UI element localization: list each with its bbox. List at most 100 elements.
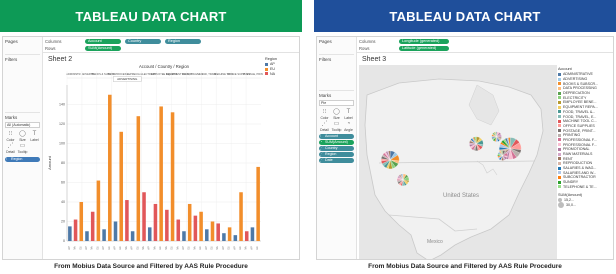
y-tick-label: 100 bbox=[59, 142, 65, 146]
rows-shelf[interactable]: Rows Latitude (generated) bbox=[359, 45, 613, 52]
region-pill[interactable]: ⋰ Region bbox=[319, 152, 354, 157]
bar[interactable] bbox=[159, 106, 163, 241]
bar[interactable] bbox=[90, 211, 95, 241]
bar[interactable] bbox=[199, 211, 203, 241]
pie-marker[interactable] bbox=[469, 136, 484, 151]
legend-swatch bbox=[558, 77, 561, 81]
account-pill[interactable]: ⁝ Account bbox=[319, 134, 354, 139]
column-pill-region[interactable]: Region bbox=[165, 39, 201, 44]
bar[interactable] bbox=[256, 166, 260, 241]
map-label-united-states: United States bbox=[443, 193, 479, 199]
bar[interactable] bbox=[73, 219, 78, 241]
tooltip-button[interactable]: ▭ Tooltip bbox=[331, 121, 342, 132]
bar[interactable] bbox=[165, 209, 169, 241]
bar[interactable] bbox=[102, 229, 106, 241]
detail-icon: ⋰ bbox=[320, 152, 324, 156]
columns-shelf[interactable]: Columns Account Country Region bbox=[45, 38, 299, 45]
label-button[interactable]: T Label bbox=[29, 131, 40, 142]
bar[interactable] bbox=[210, 221, 215, 242]
bar[interactable] bbox=[250, 227, 255, 241]
legend-item[interactable]: NA bbox=[265, 71, 299, 76]
bar[interactable] bbox=[142, 192, 146, 241]
column-pill-longitude[interactable]: Longitude (generated) bbox=[399, 39, 449, 44]
bar[interactable] bbox=[153, 203, 158, 241]
legend-label: POSTAGE, PRINT... bbox=[563, 128, 596, 133]
bar[interactable] bbox=[239, 192, 243, 241]
country-pill[interactable]: ⋰ Country bbox=[319, 146, 354, 151]
bar[interactable] bbox=[79, 202, 84, 241]
pie-marker[interactable] bbox=[497, 150, 508, 161]
date-pill[interactable]: ⋰ Date bbox=[319, 158, 354, 163]
filters-shelf[interactable]: Filters bbox=[5, 57, 40, 113]
legend-label: ADVERTISING bbox=[563, 77, 588, 82]
x-tick-label: AP bbox=[222, 246, 225, 250]
rows-shelf[interactable]: Rows SUM(Amount) bbox=[45, 45, 299, 52]
bar[interactable] bbox=[170, 112, 175, 241]
bar[interactable] bbox=[187, 203, 192, 241]
bar[interactable] bbox=[244, 231, 249, 241]
columns-shelf[interactable]: Columns Longitude (generated) bbox=[359, 38, 613, 45]
filters-label: Filters bbox=[319, 57, 332, 62]
color-icon: ⁝ bbox=[320, 134, 322, 138]
x-tick-label: NA bbox=[74, 246, 77, 250]
bar[interactable] bbox=[222, 233, 226, 241]
label-button[interactable]: T Label bbox=[343, 109, 354, 120]
sheet-title: Sheet 2 bbox=[48, 56, 73, 63]
size-button[interactable]: ◯ Size bbox=[331, 109, 342, 120]
pie-marker[interactable] bbox=[396, 173, 410, 186]
bar[interactable] bbox=[216, 223, 220, 241]
y-tick-label: 120 bbox=[59, 122, 65, 126]
legend-item[interactable]: TELEPHONE & TE... bbox=[558, 185, 613, 190]
pie-marker[interactable] bbox=[381, 150, 400, 169]
pages-shelf[interactable]: Pages bbox=[5, 39, 40, 55]
size-circle-large bbox=[558, 202, 564, 209]
bar[interactable] bbox=[182, 231, 186, 241]
x-tick-label: EU bbox=[136, 246, 139, 250]
filters-shelf[interactable]: Filters bbox=[319, 57, 354, 91]
bar[interactable] bbox=[125, 200, 129, 241]
shelves: Columns Account Country Region Rows SUM(… bbox=[43, 37, 299, 53]
account-legend: Account ADMINISTRATIVE ADVERTISING BOOKS &… bbox=[558, 67, 613, 190]
pages-shelf[interactable]: Pages bbox=[319, 39, 354, 55]
bar[interactable] bbox=[68, 226, 72, 241]
bar[interactable] bbox=[233, 235, 238, 241]
region-color-pill[interactable]: ⁝ Region bbox=[5, 157, 40, 162]
size-button[interactable]: ◯ Size bbox=[17, 131, 28, 142]
region-legend: Region AP EU NA bbox=[265, 57, 299, 76]
bar[interactable] bbox=[108, 94, 112, 241]
sum-amount-pill[interactable]: ◔ SUM(Amount) bbox=[319, 140, 354, 145]
mark-type-dropdown[interactable]: All (Automatic) bbox=[5, 122, 40, 128]
bar[interactable] bbox=[147, 227, 152, 241]
bar[interactable] bbox=[176, 219, 181, 241]
map-view[interactable]: United States Mexico bbox=[359, 65, 557, 260]
row-pill-latitude[interactable]: Latitude (generated) bbox=[399, 46, 449, 51]
angle-button[interactable]: ◔ Angle bbox=[343, 121, 354, 132]
color-button[interactable]: ⁝⁝ Color bbox=[319, 109, 330, 120]
pie-marker[interactable] bbox=[491, 131, 502, 142]
bar[interactable] bbox=[205, 229, 209, 241]
detail-button[interactable]: ⋰ Detail bbox=[5, 143, 16, 154]
x-tick-label: AP bbox=[205, 246, 208, 250]
column-pill-country[interactable]: Country bbox=[125, 39, 161, 44]
row-pill-sum-amount[interactable]: SUM(Amount) bbox=[85, 46, 121, 51]
bar[interactable] bbox=[85, 231, 89, 241]
mark-type-dropdown[interactable]: Pie bbox=[319, 100, 354, 106]
bar[interactable] bbox=[119, 131, 123, 241]
sheet-title: Sheet 3 bbox=[362, 56, 387, 63]
bar[interactable] bbox=[227, 227, 232, 241]
bar[interactable] bbox=[193, 215, 198, 241]
label-label: Label bbox=[30, 138, 39, 142]
color-button[interactable]: ⁝⁝ Color bbox=[5, 131, 16, 142]
sidebar: Pages Filters Marks Pie ⁝⁝ Color ◯ Size TL… bbox=[317, 37, 357, 259]
bar[interactable] bbox=[130, 231, 135, 241]
bar[interactable] bbox=[96, 180, 101, 241]
tableau-worksheet-screenshot: Pages Filters Marks All (Automatic) ⁝⁝ Co… bbox=[2, 36, 300, 260]
tooltip-button[interactable]: ▭ Tooltip bbox=[17, 143, 28, 154]
x-tick-label: EU bbox=[108, 246, 111, 250]
detail-button[interactable]: ⋰ Detail bbox=[319, 121, 330, 132]
column-pill-account[interactable]: Account bbox=[85, 39, 121, 44]
bar[interactable] bbox=[136, 116, 141, 241]
bar[interactable] bbox=[113, 221, 118, 242]
x-tick-label: NA bbox=[193, 246, 196, 250]
pages-label: Pages bbox=[5, 39, 18, 44]
